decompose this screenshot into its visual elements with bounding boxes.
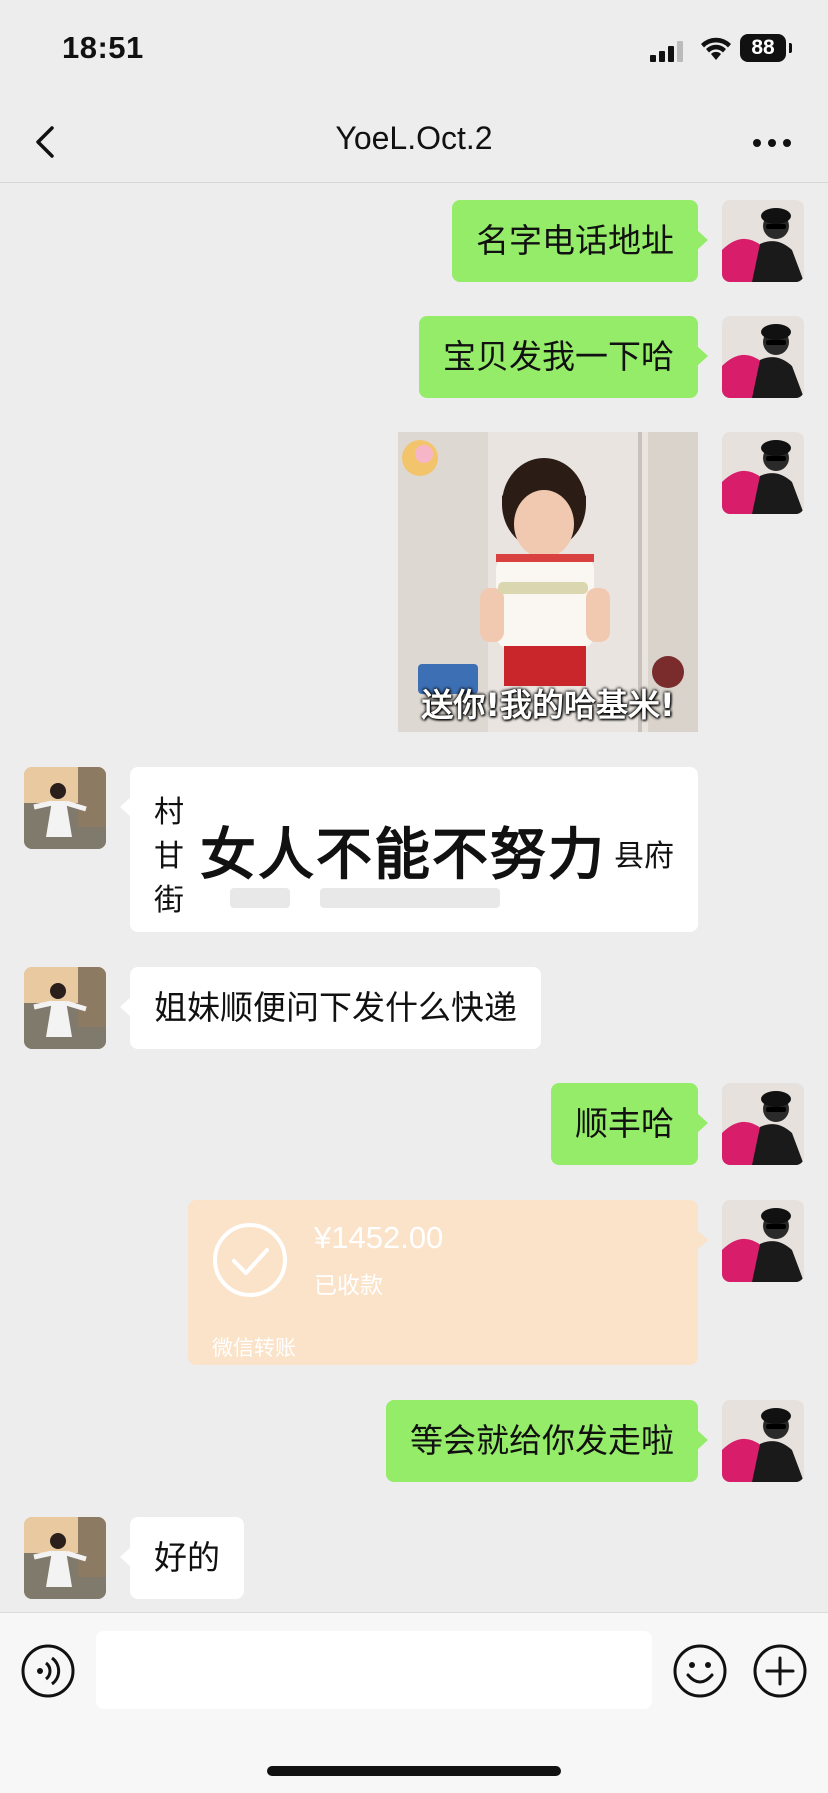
my-avatar[interactable] bbox=[722, 200, 804, 282]
sticker-image[interactable]: 送你!我的哈基米! bbox=[398, 432, 698, 732]
redaction-blur bbox=[230, 888, 290, 908]
message-bubble-received[interactable]: 好的 bbox=[120, 1517, 244, 1599]
contact-avatar[interactable] bbox=[24, 1517, 106, 1599]
redaction-overlay-text: 女人不能不努力 bbox=[200, 823, 606, 888]
status-time: 18:51 bbox=[62, 30, 144, 65]
contact-avatar[interactable] bbox=[24, 967, 106, 1049]
battery-indicator: 88 bbox=[740, 34, 786, 62]
my-avatar[interactable] bbox=[722, 1200, 804, 1282]
signal-icon bbox=[650, 41, 683, 62]
my-avatar[interactable] bbox=[722, 316, 804, 398]
wifi-icon bbox=[701, 37, 731, 60]
transfer-amount: ¥1452.00 bbox=[314, 1220, 444, 1255]
message-bubble-received[interactable]: 姐妹顺便问下发什么快递 bbox=[120, 967, 541, 1049]
message-bubble-sent[interactable]: 宝贝发我一下哈 bbox=[419, 316, 708, 398]
status-bar: 18:51 88 bbox=[0, 0, 828, 100]
transfer-card[interactable]: ¥1452.00 已收款 微信转账 bbox=[188, 1200, 708, 1365]
sticker-caption: 送你!我的哈基米! bbox=[421, 686, 675, 724]
more-dots-icon[interactable] bbox=[752, 138, 792, 148]
address-text: 街 bbox=[154, 883, 184, 918]
my-avatar[interactable] bbox=[722, 432, 804, 514]
check-circle-icon bbox=[213, 1223, 287, 1297]
address-text: 甘 bbox=[154, 839, 184, 874]
my-avatar[interactable] bbox=[722, 1083, 804, 1165]
home-indicator bbox=[267, 1766, 561, 1776]
message-bubble-sent[interactable]: 顺丰哈 bbox=[551, 1083, 708, 1165]
battery-tip bbox=[789, 43, 792, 53]
message-input[interactable] bbox=[96, 1631, 652, 1709]
voice-icon[interactable] bbox=[20, 1643, 76, 1699]
address-text: 村 bbox=[154, 795, 184, 830]
chat-header: YoeL.Oct.2 bbox=[0, 100, 828, 183]
message-bubble-sent[interactable]: 名字电话地址 bbox=[452, 200, 708, 282]
message-bubble-sent[interactable]: 等会就给你发走啦 bbox=[386, 1400, 708, 1482]
transfer-footer: 微信转账 bbox=[212, 1336, 296, 1360]
redaction-blur bbox=[320, 888, 500, 908]
address-text: 县府 bbox=[614, 839, 674, 874]
emoji-icon[interactable] bbox=[672, 1643, 728, 1699]
chat-title: YoeL.Oct.2 bbox=[335, 120, 493, 156]
my-avatar[interactable] bbox=[722, 1400, 804, 1482]
transfer-status: 已收款 bbox=[314, 1273, 383, 1299]
plus-icon[interactable] bbox=[752, 1643, 808, 1699]
contact-avatar[interactable] bbox=[24, 767, 106, 849]
